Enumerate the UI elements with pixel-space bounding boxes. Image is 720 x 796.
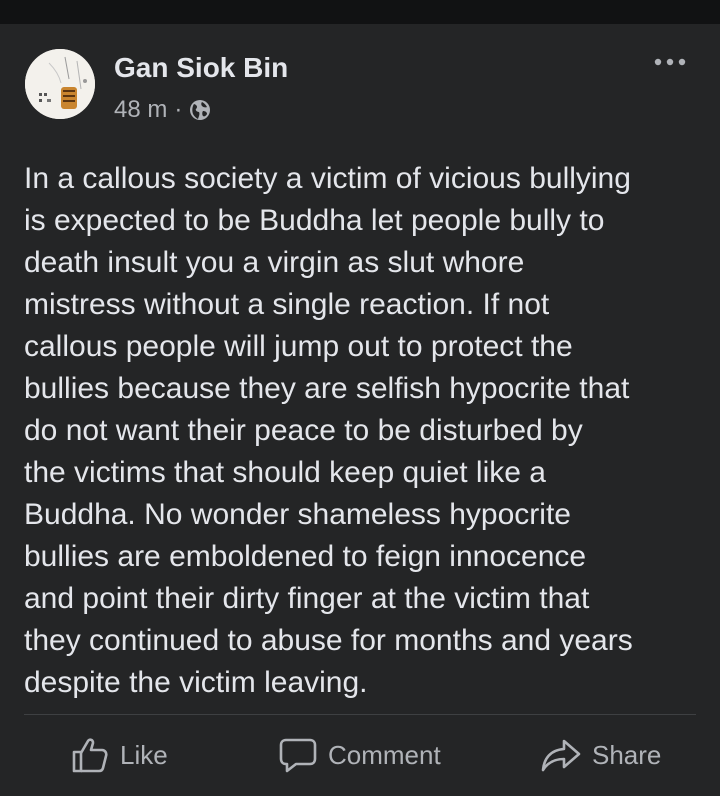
post-actions-bar: Like Comment Share — [0, 715, 720, 796]
meta-separator: · — [174, 96, 183, 123]
globe-icon — [188, 98, 212, 122]
comment-button[interactable]: Comment — [278, 731, 441, 779]
author-name[interactable]: Gan Siok Bin — [114, 52, 288, 84]
share-arrow-icon — [541, 739, 581, 772]
comment-bubble-icon — [279, 738, 317, 773]
like-button[interactable]: Like — [70, 731, 168, 779]
more-options-button[interactable] — [648, 52, 692, 72]
author-avatar[interactable] — [25, 49, 95, 119]
post-header: Gan Siok Bin 48 m · — [0, 24, 720, 134]
comment-label: Comment — [328, 739, 441, 770]
thumbs-up-icon — [72, 738, 108, 773]
post-meta: 48 m · — [114, 96, 212, 124]
post-time[interactable]: 48 m — [114, 96, 167, 124]
avatar-image — [25, 49, 95, 119]
top-strip — [0, 0, 720, 24]
share-label: Share — [592, 739, 662, 770]
post-body-text: In a callous society a victim of vicious… — [24, 162, 633, 699]
more-dots-icon — [654, 58, 686, 66]
like-label: Like — [120, 739, 168, 770]
share-button[interactable]: Share — [540, 731, 661, 779]
post-card: Gan Siok Bin 48 m · In a callous society… — [0, 24, 720, 796]
